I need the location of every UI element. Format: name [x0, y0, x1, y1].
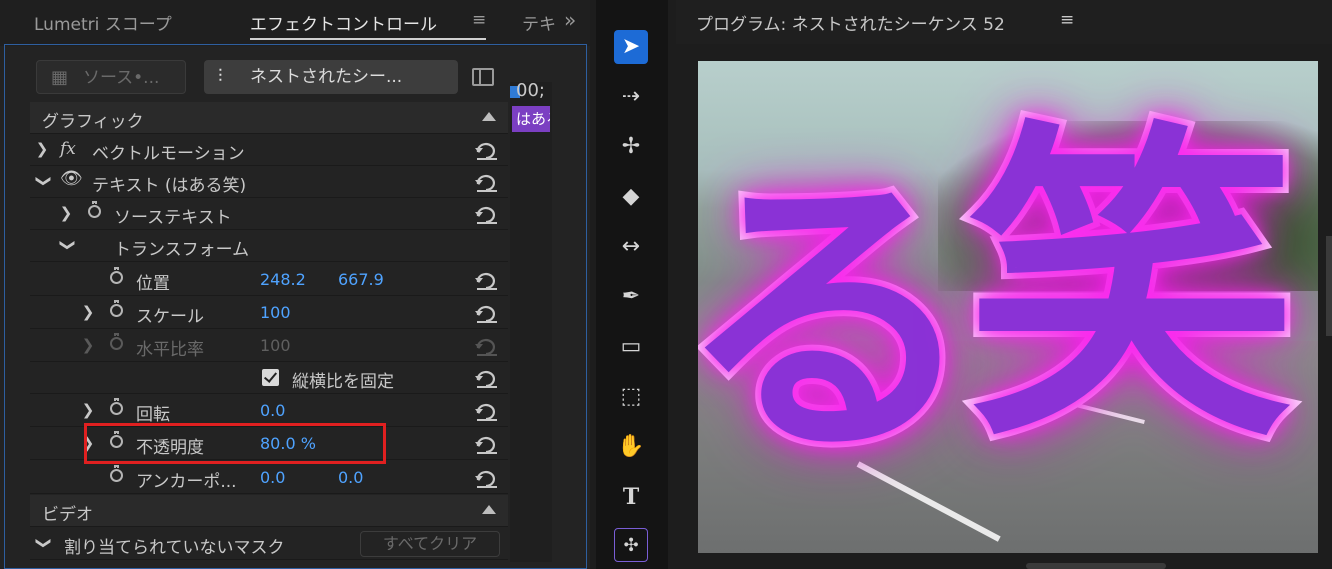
anchor-label: アンカーポ... — [136, 472, 237, 492]
reset-icon — [474, 336, 500, 356]
stopwatch-icon[interactable] — [88, 201, 101, 218]
anchor-x-value[interactable]: 0.0 — [260, 468, 285, 487]
master-clip-button[interactable]: ▦ ソース•... — [36, 60, 186, 94]
stopwatch-icon — [110, 333, 123, 350]
active-tab-indicator — [250, 38, 486, 40]
effect-row-text-layer[interactable]: ❯ 👁 テキスト (はある笑) — [30, 166, 508, 198]
horizontal-ratio-value: 100 — [260, 336, 291, 355]
position-x-value[interactable]: 248.2 — [260, 270, 306, 289]
anchor-y-value[interactable]: 0.0 — [338, 468, 363, 487]
frame-tool-icon[interactable]: ⬚ — [614, 380, 648, 414]
section-graphic[interactable]: グラフィック — [30, 102, 508, 134]
slip-tool-icon[interactable]: ↔ — [614, 230, 648, 264]
hand-tool-icon[interactable]: ✋ — [614, 430, 648, 464]
stopwatch-icon[interactable] — [110, 465, 123, 482]
effect-row-scale[interactable]: ❯ スケール 100 — [30, 297, 508, 329]
position-label: 位置 — [136, 274, 170, 294]
reset-icon[interactable] — [474, 204, 500, 224]
section-video[interactable]: ビデオ — [30, 495, 508, 527]
video-text-ru: る — [698, 146, 984, 495]
collapse-up-icon[interactable] — [482, 505, 496, 514]
stopwatch-icon[interactable] — [110, 300, 123, 317]
stopwatch-icon[interactable] — [110, 267, 123, 284]
vector-motion-label: ベクトルモーション — [92, 144, 245, 164]
section-graphic-label: グラフィック — [42, 112, 144, 132]
vertical-scrollbar[interactable] — [1326, 236, 1332, 336]
reset-icon[interactable] — [474, 368, 500, 388]
reset-icon[interactable] — [474, 434, 500, 454]
program-menu-icon[interactable]: ≡ — [1060, 10, 1074, 30]
timeline-clip[interactable]: はある — [512, 106, 550, 132]
rotation-value[interactable]: 0.0 — [260, 401, 285, 420]
chevron-right-icon[interactable]: ❯ — [34, 140, 50, 158]
clear-all-button[interactable]: すべてクリア — [360, 531, 500, 557]
effect-row-source-text[interactable]: ❯ ソーステキスト — [30, 198, 508, 230]
section-video-label: ビデオ — [42, 505, 93, 525]
chevron-right-icon[interactable]: ❯ — [80, 303, 96, 321]
chevron-right-icon[interactable]: ❯ — [80, 401, 96, 419]
scale-label: スケール — [136, 307, 204, 327]
chevron-down-icon[interactable]: ❯ — [35, 173, 53, 189]
sequence-clip-label: ネストされたシー... — [250, 67, 403, 87]
scale-value[interactable]: 100 — [260, 303, 291, 322]
selection-tool-icon[interactable]: ➤ — [614, 30, 648, 64]
clip-selector-bar: ▦ ソース•... ⫶ ネストされたシー... — [30, 56, 508, 100]
horizontal-ratio-label: 水平比率 — [136, 340, 204, 360]
reset-icon[interactable] — [474, 303, 500, 323]
reset-icon[interactable] — [474, 270, 500, 290]
master-clip-label: ソース•... — [83, 68, 160, 88]
effect-row-anchor[interactable]: アンカーポ... 0.0 0.0 — [30, 462, 508, 494]
highlight-annotation-box — [84, 423, 386, 464]
ripple-edit-tool-icon[interactable]: ✢ — [614, 130, 648, 164]
chevron-right-icon: ❯ — [81, 336, 95, 354]
tab-effect-controls[interactable]: エフェクトコントロール — [250, 10, 437, 35]
timeline-timecode: 00; — [516, 80, 545, 101]
tools-panel: ➤ ⇢ ✢ ◆ ↔ ✒ ▭ ⬚ ✋ T ✣ — [596, 0, 668, 569]
track-select-tool-icon[interactable]: ⇢ — [614, 80, 648, 114]
show-timeline-toggle-icon[interactable] — [472, 68, 494, 86]
collapse-up-icon[interactable] — [482, 112, 496, 121]
captions-tool-icon[interactable]: ✣ — [614, 528, 648, 562]
video-text-warai: 笑 — [960, 96, 1302, 480]
eye-icon[interactable]: 👁 — [60, 168, 83, 189]
horizontal-scrollbar[interactable] — [1026, 563, 1166, 569]
video-frame[interactable]: る 笑 — [698, 61, 1318, 553]
effect-row-horizontal-ratio: ❯ 水平比率 100 — [30, 330, 508, 362]
reset-icon[interactable] — [474, 140, 500, 160]
overflow-icon[interactable]: » — [564, 8, 576, 32]
sequence-clip-icon: ⫶ — [218, 66, 223, 87]
stopwatch-icon[interactable] — [110, 398, 123, 415]
chevron-right-icon[interactable]: ❯ — [58, 204, 74, 222]
reset-icon[interactable] — [474, 468, 500, 488]
razor-tool-icon[interactable]: ◆ — [614, 180, 648, 214]
lock-aspect-label: 縦横比を固定 — [292, 372, 394, 392]
sequence-clip-dropdown[interactable]: ⫶ ネストされたシー... — [204, 60, 458, 94]
pen-tool-icon[interactable]: ✒ — [614, 280, 648, 314]
rectangle-tool-icon[interactable]: ▭ — [614, 330, 648, 364]
reset-icon[interactable] — [474, 172, 500, 192]
reset-icon[interactable] — [474, 401, 500, 421]
effect-row-position[interactable]: 位置 248.2 667.9 — [30, 264, 508, 296]
fx-icon: fx — [60, 139, 76, 159]
effect-row-lock-aspect: 縦横比を固定 — [30, 362, 508, 394]
source-text-label: ソーステキスト — [114, 208, 232, 228]
unassigned-mask-label: 割り当てられていないマスク — [64, 538, 285, 558]
tab-lumetri-scopes[interactable]: Lumetri スコープ — [34, 10, 172, 35]
effect-row-transform[interactable]: ❯ トランスフォーム — [30, 230, 508, 262]
mini-timeline[interactable] — [510, 82, 552, 562]
effect-row-unassigned-mask[interactable]: ❯ 割り当てられていないマスク すべてクリア — [30, 528, 508, 560]
lock-aspect-checkbox[interactable] — [262, 369, 279, 386]
type-tool-icon[interactable]: T — [614, 480, 648, 514]
effect-row-vector-motion[interactable]: ❯ fx ベクトルモーション — [30, 134, 508, 166]
tab-menu-icon[interactable]: ≡ — [472, 10, 486, 30]
chevron-down-icon[interactable]: ❯ — [35, 535, 53, 551]
chevron-down-icon[interactable]: ❯ — [59, 237, 77, 253]
position-y-value[interactable]: 667.9 — [338, 270, 384, 289]
transform-label: トランスフォーム — [114, 240, 250, 260]
master-clip-icon: ▦ — [51, 67, 69, 88]
program-title: プログラム: ネストされたシーケンス 52 — [696, 15, 1005, 35]
rotation-label: 回転 — [136, 405, 170, 425]
text-layer-label: テキスト (はある笑) — [92, 176, 247, 196]
tab-text[interactable]: テキ — [522, 10, 556, 35]
